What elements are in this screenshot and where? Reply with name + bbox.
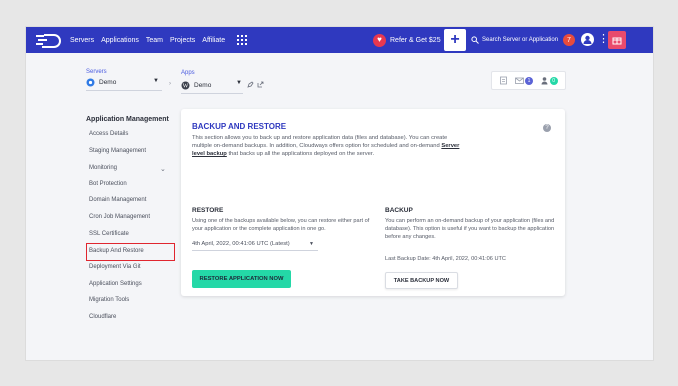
users-button[interactable]: 0 [540, 76, 558, 85]
apps-label: Apps [181, 70, 195, 76]
files-button[interactable] [499, 76, 508, 85]
description-text-end: that backs up all the applications deplo… [228, 151, 375, 157]
app-selector-underline [181, 93, 243, 94]
refer-label: Refer & Get $25 [390, 36, 441, 44]
sidebar-item-access-details[interactable]: Access Details [89, 131, 128, 137]
app-window: Servers Applications Team Projects Affil… [26, 27, 653, 360]
server-quick-icons: 1 0 [491, 71, 566, 90]
restore-text: Using one of the backups available below… [192, 218, 370, 232]
apps-grid-icon[interactable] [237, 35, 247, 45]
servers-label: Servers [86, 69, 107, 75]
sidebar-item-ssl-certificate[interactable]: SSL Certificate [89, 231, 129, 237]
sidebar-item-staging-management[interactable]: Staging Management [89, 148, 146, 154]
sidebar-item-application-settings[interactable]: Application Settings [89, 281, 142, 287]
server-value: Demo [99, 79, 117, 86]
external-link-icon[interactable] [257, 81, 264, 88]
sidebar-item-domain-management[interactable]: Domain Management [89, 197, 146, 203]
restore-application-button[interactable]: RESTORE APPLICATION NOW [192, 270, 291, 288]
active-item-highlight [86, 243, 175, 261]
sidebar-item-migration-tools[interactable]: Migration Tools [89, 297, 129, 303]
sidebar-item-deployment-via-git[interactable]: Deployment Via Git [89, 264, 141, 270]
sidebar-item-cloudflare[interactable]: Cloudflare [89, 314, 116, 320]
card-description: This section allows you to back up and r… [192, 134, 462, 158]
chevron-right-icon: › [169, 81, 171, 87]
last-backup-date: Last Backup Date: 4th April, 2022, 00:41… [385, 256, 506, 262]
nav-team[interactable]: Team [146, 37, 163, 44]
heart-icon: ♥ [373, 33, 386, 47]
server-provider-icon [86, 78, 95, 87]
files-icon [500, 76, 508, 85]
sidebar-item-cron-job-management[interactable]: Cron Job Management [89, 214, 150, 220]
backup-restore-card: BACKUP AND RESTORE ? This section allows… [181, 109, 565, 296]
user-icon [541, 77, 548, 85]
chevron-down-icon[interactable]: ⌄ [160, 165, 166, 173]
search-box[interactable]: Search Server or Application [469, 31, 561, 49]
notification-badge[interactable]: 7 [563, 34, 575, 46]
search-icon [471, 36, 479, 44]
take-backup-button[interactable]: TAKE BACKUP NOW [385, 272, 458, 289]
nav-applications[interactable]: Applications [101, 37, 139, 44]
chevron-down-icon: ▼ [309, 240, 314, 247]
wordpress-icon: W [181, 81, 190, 90]
gift-icon[interactable] [608, 31, 626, 49]
user-avatar-icon[interactable] [581, 33, 594, 46]
main-nav: Servers Applications Team Projects Affil… [70, 27, 225, 53]
refer-link[interactable]: ♥ Refer & Get $25 [373, 27, 441, 53]
chevron-down-icon[interactable]: ▼ [236, 80, 242, 86]
selected-backup: 4th April, 2022, 00:41:06 UTC (Latest) [192, 240, 290, 247]
description-text: This section allows you to back up and r… [192, 135, 448, 149]
card-title: BACKUP AND RESTORE [192, 122, 287, 131]
mail-icon [515, 77, 524, 84]
nav-servers[interactable]: Servers [70, 37, 94, 44]
chevron-down-icon[interactable]: ▼ [153, 78, 159, 84]
sidebar-title: Application Management [86, 116, 169, 123]
cloudways-logo[interactable] [36, 32, 62, 48]
app-value: Demo [194, 82, 212, 89]
restore-title: RESTORE [192, 207, 224, 214]
search-input[interactable]: Search Server or Application [482, 37, 558, 43]
nav-affiliate[interactable]: Affiliate [202, 37, 225, 44]
backup-select-dropdown[interactable]: 4th April, 2022, 00:41:06 UTC (Latest) ▼ [192, 237, 318, 251]
server-selector[interactable]: Demo [86, 78, 116, 87]
help-icon[interactable]: ? [543, 124, 551, 132]
kebab-menu-icon[interactable]: ⋮ [598, 33, 609, 47]
server-selector-underline [86, 90, 162, 91]
sidebar-item-monitoring[interactable]: Monitoring [89, 165, 117, 171]
add-button[interactable]: + [444, 29, 466, 51]
svg-text:W: W [183, 84, 189, 90]
sidebar-item-bot-protection[interactable]: Bot Protection [89, 181, 127, 187]
mail-button[interactable]: 1 [515, 76, 533, 85]
users-count-badge: 0 [549, 76, 558, 85]
top-navigation-bar: Servers Applications Team Projects Affil… [26, 27, 653, 53]
mail-count-badge: 1 [524, 76, 533, 85]
nav-projects[interactable]: Projects [170, 37, 195, 44]
app-selector[interactable]: W Demo [181, 81, 211, 90]
edit-icon[interactable] [247, 81, 254, 88]
backup-title: BACKUP [385, 207, 413, 214]
backup-text: You can perform an on-demand backup of y… [385, 218, 555, 240]
